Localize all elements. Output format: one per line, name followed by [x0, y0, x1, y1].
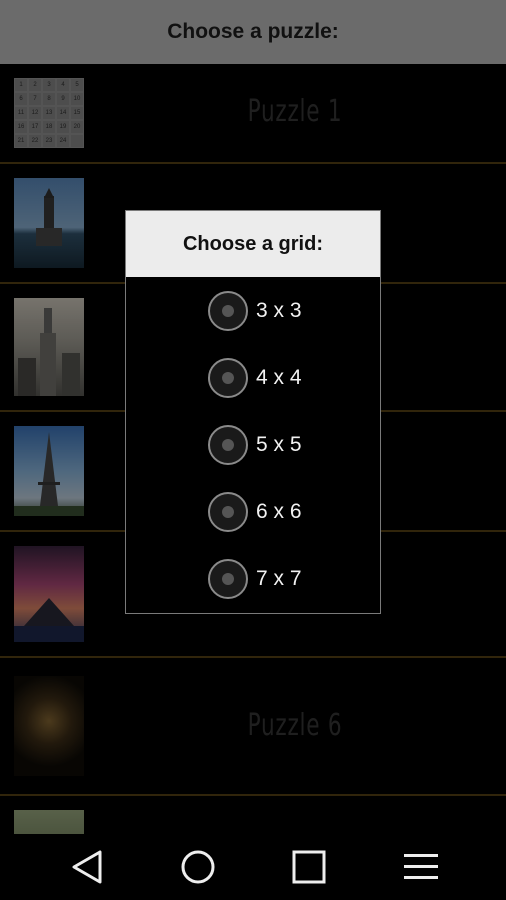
radio-button-icon[interactable]	[208, 558, 248, 599]
grid-option-label: 6 x 6	[256, 499, 302, 523]
radio-button-icon[interactable]	[208, 357, 248, 398]
radio-button-icon[interactable]	[208, 424, 248, 465]
grid-option-5x5[interactable]: 5 x 5	[126, 411, 380, 478]
grid-option-6x6[interactable]: 6 x 6	[126, 478, 380, 545]
system-navigation-bar	[0, 834, 506, 900]
grid-option-label: 4 x 4	[256, 365, 302, 389]
grid-option-label: 3 x 3	[256, 298, 302, 322]
app-header: Choose a puzzle:	[0, 0, 506, 64]
back-icon	[72, 850, 102, 884]
grid-option-4x4[interactable]: 4 x 4	[126, 344, 380, 411]
back-button[interactable]	[62, 847, 112, 887]
recents-icon	[292, 850, 326, 884]
home-button[interactable]	[173, 847, 223, 887]
menu-button[interactable]	[396, 847, 446, 887]
grid-option-label: 5 x 5	[256, 432, 302, 456]
recents-button[interactable]	[284, 847, 334, 887]
grid-option-7x7[interactable]: 7 x 7	[126, 545, 380, 612]
home-icon	[181, 850, 215, 884]
page-title: Choose a puzzle:	[167, 20, 339, 43]
dialog-title: Choose a grid:	[126, 211, 380, 277]
grid-choice-dialog: Choose a grid: 3 x 3 4 x 4 5 x 5 6 x 6 7…	[125, 210, 381, 614]
grid-option-label: 7 x 7	[256, 566, 302, 590]
radio-button-icon[interactable]	[208, 491, 248, 532]
grid-option-3x3[interactable]: 3 x 3	[126, 277, 380, 344]
radio-button-icon[interactable]	[208, 290, 248, 331]
menu-icon	[404, 854, 438, 879]
